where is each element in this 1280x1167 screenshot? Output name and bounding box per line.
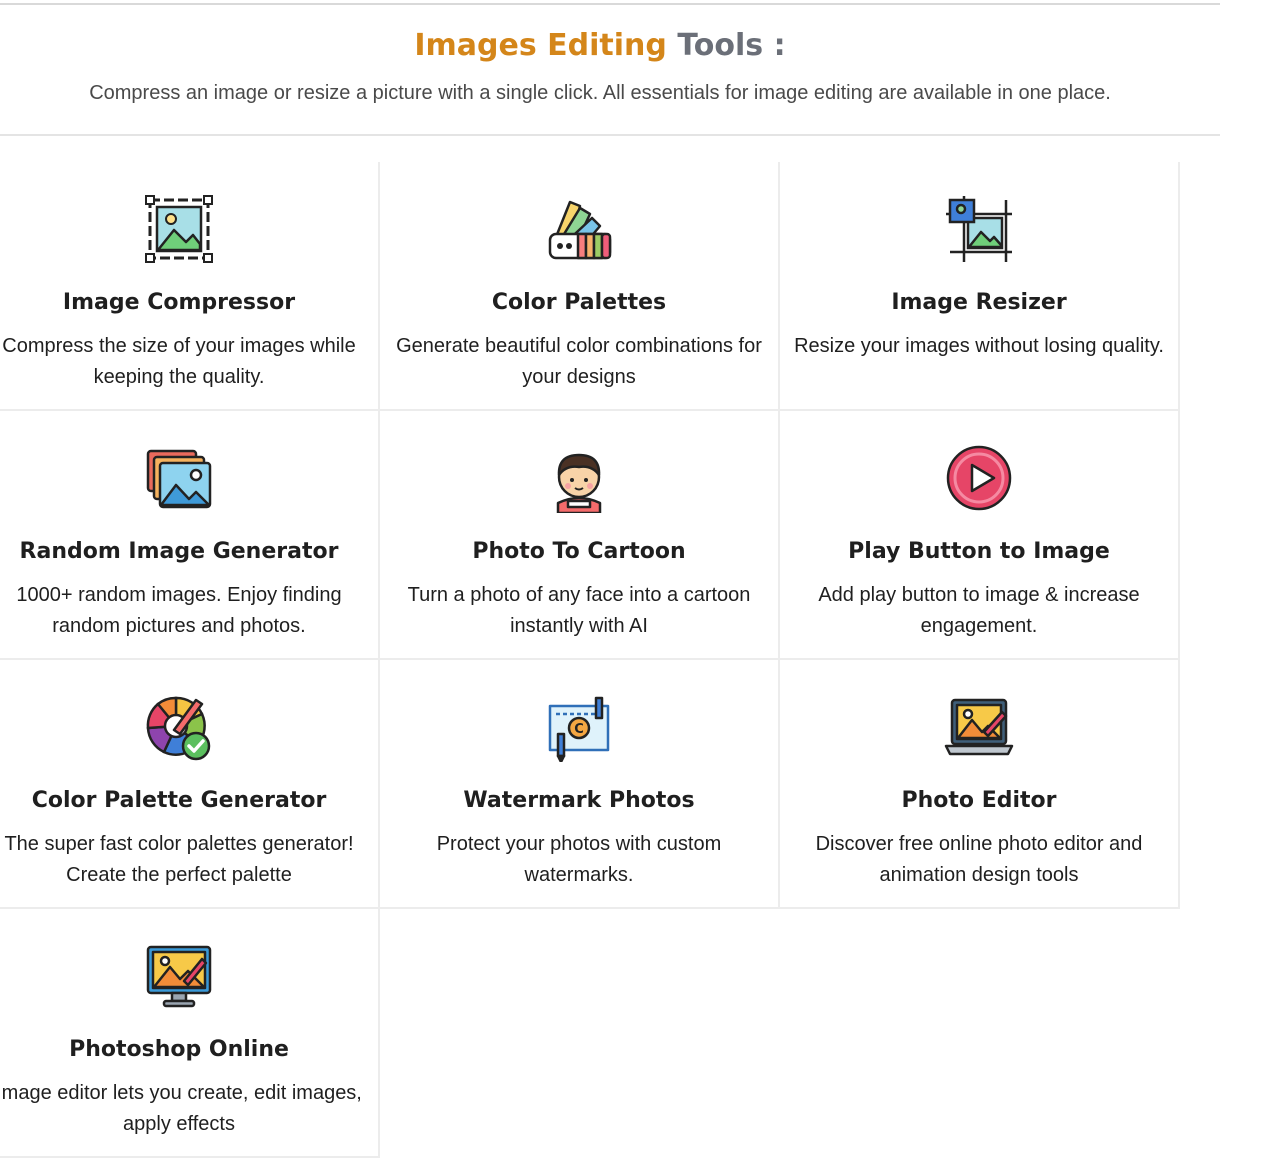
tool-card-random-image-generator[interactable]: Random Image Generator 1000+ random imag… [0,411,380,660]
tool-card-color-palette-generator[interactable]: Color Palette Generator The super fast c… [0,660,380,909]
tools-grid: Image Compressor Compress the size of yo… [0,162,1183,1158]
tool-card-image-compressor[interactable]: Image Compressor Compress the size of yo… [0,162,380,411]
tool-description: Turn a photo of any face into a cartoon … [407,584,751,637]
cartoon-face-icon [544,443,614,513]
watermark-icon: C [544,692,614,762]
svg-text:C: C [574,722,584,737]
tool-card-photo-to-cartoon[interactable]: Photo To Cartoon Turn a photo of any fac… [380,411,780,660]
tool-title: Color Palette Generator [31,788,327,813]
title-rest: Tools : [677,28,786,63]
tool-description: Resize your images without losing qualit… [794,335,1164,357]
tool-description: The super fast color palettes generator!… [4,833,354,886]
tool-title: Photo To Cartoon [472,539,686,564]
laptop-photo-icon [944,692,1014,762]
section-title: Images Editing Tools : [0,24,1200,68]
color-swatch-icon [544,194,614,264]
tool-description: Add play button to image & increase enga… [818,584,1140,637]
tool-description: Discover free online photo editor and an… [815,833,1143,886]
tool-card-image-resizer[interactable]: Image Resizer Resize your images without… [780,162,1180,411]
color-wheel-icon [144,692,214,762]
tool-card-play-button-to-image[interactable]: Play Button to Image Add play button to … [780,411,1180,660]
tool-description: Protect your photos with custom watermar… [436,833,722,886]
top-divider [0,3,1220,5]
tool-description: Generate beautiful color combinations fo… [396,335,762,388]
stacked-images-icon [144,443,214,513]
image-compress-icon [144,194,214,264]
tool-description: Image editor lets you create, edit image… [0,1082,362,1135]
tool-description: 1000+ random images. Enjoy finding rando… [16,584,342,637]
tool-card-watermark-photos[interactable]: C Watermark Photos Protect your photos w… [380,660,780,909]
tool-title: Image Compressor [62,290,296,315]
section-header: Images Editing Tools : Compress an image… [0,24,1200,106]
image-resize-icon [944,194,1014,264]
title-accent: Images Editing [414,28,667,63]
tool-description: Compress the size of your images while k… [2,335,356,388]
tool-title: Random Image Generator [19,539,339,564]
tool-title: Color Palettes [491,290,667,315]
tool-title: Photoshop Online [69,1037,289,1062]
tool-title: Play Button to Image [848,539,1110,564]
play-button-icon [944,443,1014,513]
tool-title: Photo Editor [901,788,1057,813]
tool-title: Image Resizer [891,290,1067,315]
header-divider [0,134,1220,136]
tool-card-photo-editor[interactable]: Photo Editor Discover free online photo … [780,660,1180,909]
tool-card-color-palettes[interactable]: Color Palettes Generate beautiful color … [380,162,780,411]
tool-title: Watermark Photos [463,788,695,813]
monitor-photo-icon [144,941,214,1011]
section-subtitle: Compress an image or resize a picture wi… [89,82,1111,104]
tool-card-photoshop-online[interactable]: Photoshop Online Image editor lets you c… [0,909,380,1158]
